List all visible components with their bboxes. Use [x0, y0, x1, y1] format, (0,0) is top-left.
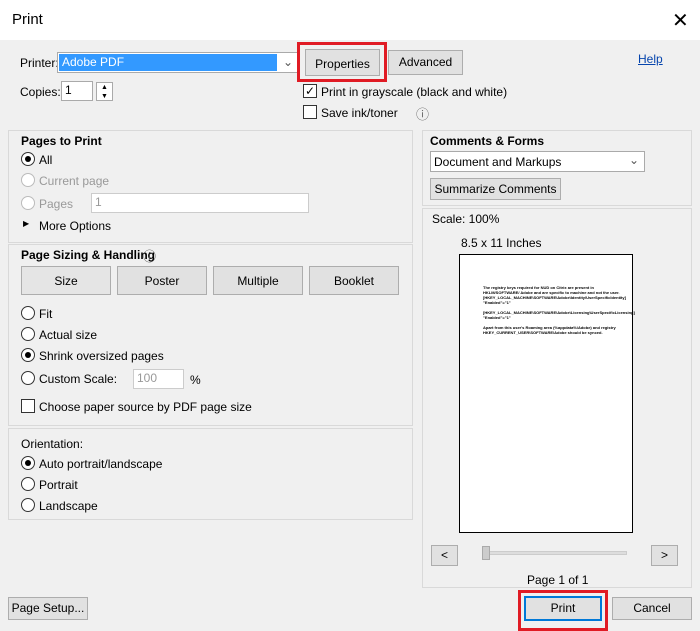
page-info: Page 1 of 1 — [527, 573, 589, 587]
paper-source-label: Choose paper source by PDF page size — [39, 400, 252, 414]
scale-label: Scale: 100% — [432, 212, 500, 226]
orientation-title: Orientation: — [21, 437, 84, 451]
fit-label: Fit — [39, 307, 53, 321]
pages-to-print-panel: Pages to Print All Current page Pages 1 … — [8, 130, 413, 243]
close-icon[interactable]: ✕ — [672, 8, 689, 33]
comments-value: Document and Markups — [434, 155, 562, 169]
chevron-down-icon: ⌄ — [283, 55, 294, 69]
triangle-right-icon[interactable]: ▶ — [23, 219, 29, 228]
highlight-box — [518, 590, 608, 631]
page-slider[interactable] — [482, 551, 627, 555]
comments-select[interactable]: Document and Markups ⌄ — [430, 151, 645, 172]
radio-fit[interactable] — [21, 306, 35, 320]
slider-thumb[interactable] — [482, 546, 490, 560]
preview-text: [HKEY_LOCAL_MACHINE\SOFTWARE\Adobe\Licen… — [483, 310, 635, 320]
next-page-button[interactable]: > — [651, 545, 678, 566]
cancel-button[interactable]: Cancel — [612, 597, 692, 620]
grayscale-checkbox[interactable]: ✓ — [303, 84, 317, 98]
window-title: Print — [12, 11, 43, 28]
comments-title: Comments & Forms — [430, 134, 545, 148]
pages-title: Pages to Print — [21, 134, 102, 148]
shrink-label: Shrink oversized pages — [39, 349, 164, 363]
copies-stepper[interactable]: ▲ ▼ — [96, 82, 113, 101]
highlight-box — [297, 42, 387, 82]
radio-actual-size[interactable] — [21, 327, 35, 341]
custom-scale-label: Custom Scale: — [39, 372, 118, 386]
printer-value: Adobe PDF — [59, 54, 277, 71]
chevron-down-icon: ⌄ — [628, 153, 639, 167]
summarize-comments-button[interactable]: Summarize Comments — [430, 178, 561, 200]
previous-page-button[interactable]: < — [431, 545, 458, 566]
radio-auto[interactable] — [21, 456, 35, 470]
help-link[interactable]: Help — [638, 52, 663, 66]
preview-text: Apart from this user's Roaming area (%ap… — [483, 325, 616, 335]
tab-booklet[interactable]: Booklet — [309, 266, 399, 295]
pages-label: Pages — [39, 197, 74, 211]
copies-label: Copies: — [20, 85, 61, 99]
title-bar: Print ✕ — [0, 0, 700, 40]
portrait-label: Portrait — [39, 478, 78, 492]
radio-custom-scale[interactable] — [21, 371, 35, 385]
paper-source-checkbox[interactable] — [21, 399, 35, 413]
page-sizing-panel: Page Sizing & Handling ⓘ Size Poster Mul… — [8, 244, 413, 426]
advanced-button[interactable]: Advanced — [388, 50, 463, 75]
actual-size-label: Actual size — [39, 328, 98, 342]
comments-panel: Comments & Forms Document and Markups ⌄ S… — [422, 130, 692, 206]
copies-input[interactable]: 1 — [61, 81, 93, 101]
preview-text: The registry keys required for NUD on Ci… — [483, 285, 626, 305]
custom-scale-input[interactable]: 100 — [133, 369, 184, 389]
save-ink-checkbox[interactable] — [303, 105, 317, 119]
printer-label: Printer: — [20, 56, 59, 70]
landscape-label: Landscape — [39, 499, 98, 513]
tab-multiple[interactable]: Multiple — [213, 266, 303, 295]
current-page-label: Current page — [39, 174, 110, 188]
radio-pages[interactable] — [21, 196, 35, 210]
all-label: All — [39, 153, 53, 167]
more-options[interactable]: More Options — [39, 219, 111, 233]
page-setup-button[interactable]: Page Setup... — [8, 597, 88, 620]
radio-portrait[interactable] — [21, 477, 35, 491]
tab-size[interactable]: Size — [21, 266, 111, 295]
grayscale-label: Print in grayscale (black and white) — [321, 85, 508, 99]
orientation-panel: Orientation: Auto portrait/landscape Por… — [8, 428, 413, 520]
pages-input[interactable]: 1 — [91, 193, 309, 213]
radio-landscape[interactable] — [21, 498, 35, 512]
save-ink-label: Save ink/toner — [321, 106, 398, 120]
auto-label: Auto portrait/landscape — [39, 457, 163, 471]
printer-select[interactable]: Adobe PDF ⌄ — [57, 52, 298, 73]
info-icon[interactable]: ⓘ — [416, 104, 429, 123]
sizing-title: Page Sizing & Handling — [21, 248, 156, 262]
radio-all[interactable] — [21, 152, 35, 166]
radio-current-page[interactable] — [21, 173, 35, 187]
page-preview: The registry keys required for NUD on Ci… — [459, 254, 635, 533]
tab-poster[interactable]: Poster — [117, 266, 207, 295]
radio-shrink[interactable] — [21, 348, 35, 362]
paper-size-label: 8.5 x 11 Inches — [461, 236, 542, 250]
percent-label: % — [190, 373, 201, 387]
info-icon[interactable]: ⓘ — [143, 246, 156, 265]
